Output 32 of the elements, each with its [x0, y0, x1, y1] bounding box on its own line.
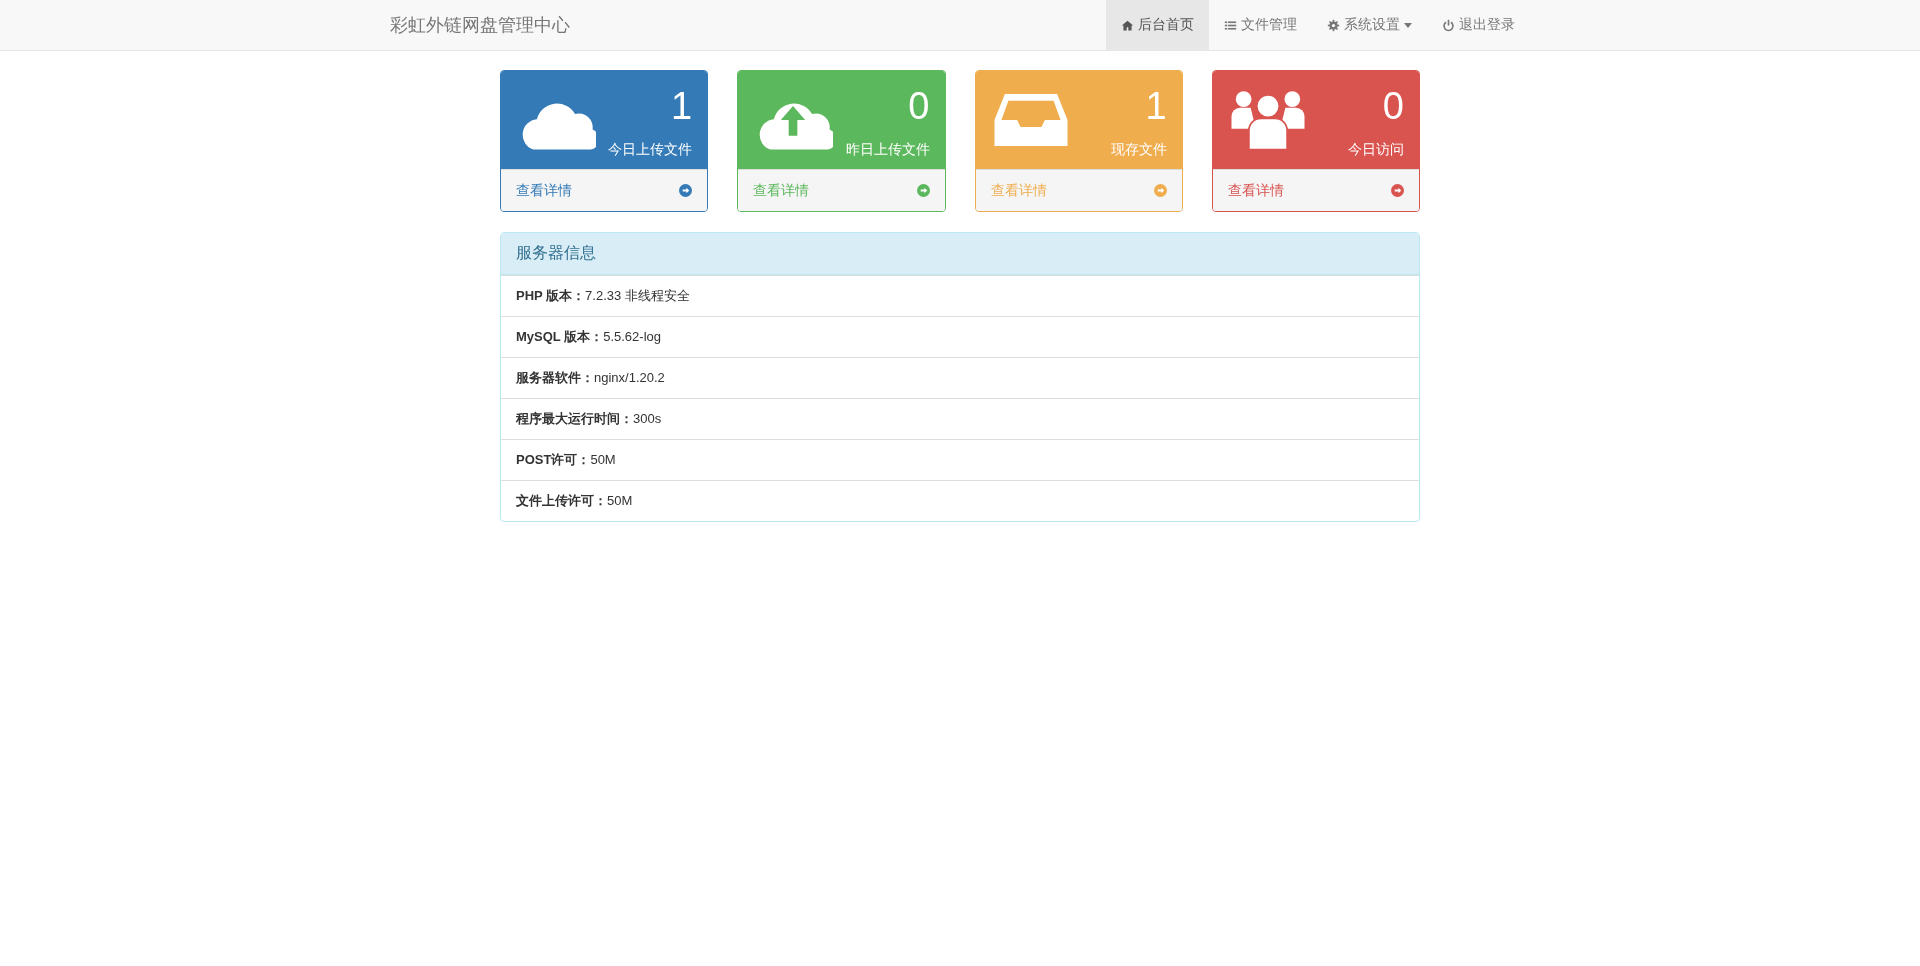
- arrow-circle-icon: [1153, 184, 1167, 197]
- nav-link[interactable]: 系统设置: [1312, 0, 1427, 50]
- stat-label: 昨日上传文件: [845, 141, 930, 159]
- info-row: 服务器软件：nginx/1.20.2: [501, 357, 1419, 398]
- details-link[interactable]: 查看详情: [501, 169, 708, 211]
- info-row: 程序最大运行时间：300s: [501, 398, 1419, 439]
- arrow-circle-icon: [1391, 184, 1404, 197]
- info-row: 文件上传许可：50M: [501, 480, 1419, 521]
- power-icon: [1442, 18, 1455, 32]
- details-link[interactable]: 查看详情: [738, 169, 945, 211]
- arrow-circle-icon: [916, 184, 930, 197]
- stat-count: 1: [670, 86, 693, 126]
- arrow-circle-icon: [679, 184, 693, 197]
- stat-count: 0: [907, 86, 930, 126]
- nav-link[interactable]: 退出登录: [1427, 0, 1530, 50]
- nav-link[interactable]: 文件管理: [1209, 0, 1312, 50]
- list-icon: [1224, 18, 1237, 32]
- info-row: MySQL 版本：5.5.62-log: [501, 316, 1419, 357]
- settings-icon: [1327, 18, 1340, 32]
- info-row: PHP 版本：7.2.33 非线程安全: [501, 275, 1419, 316]
- brand-title[interactable]: 彩虹外链网盘管理中心: [390, 13, 570, 37]
- info-row: POST许可：50M: [501, 439, 1419, 480]
- stat-label: 今日上传文件: [608, 141, 693, 159]
- stat-count: 0: [1381, 86, 1404, 126]
- details-link[interactable]: 查看详情: [1212, 169, 1419, 211]
- panel-title: 服务器信息: [501, 233, 1419, 275]
- stat-label: 现存文件: [1110, 141, 1167, 159]
- stat-count: 1: [1144, 86, 1167, 126]
- home-icon: [1121, 18, 1134, 32]
- stat-label: 今日访问: [1348, 141, 1404, 159]
- nav-link[interactable]: 后台首页: [1106, 0, 1209, 50]
- caret-icon: [1404, 22, 1412, 28]
